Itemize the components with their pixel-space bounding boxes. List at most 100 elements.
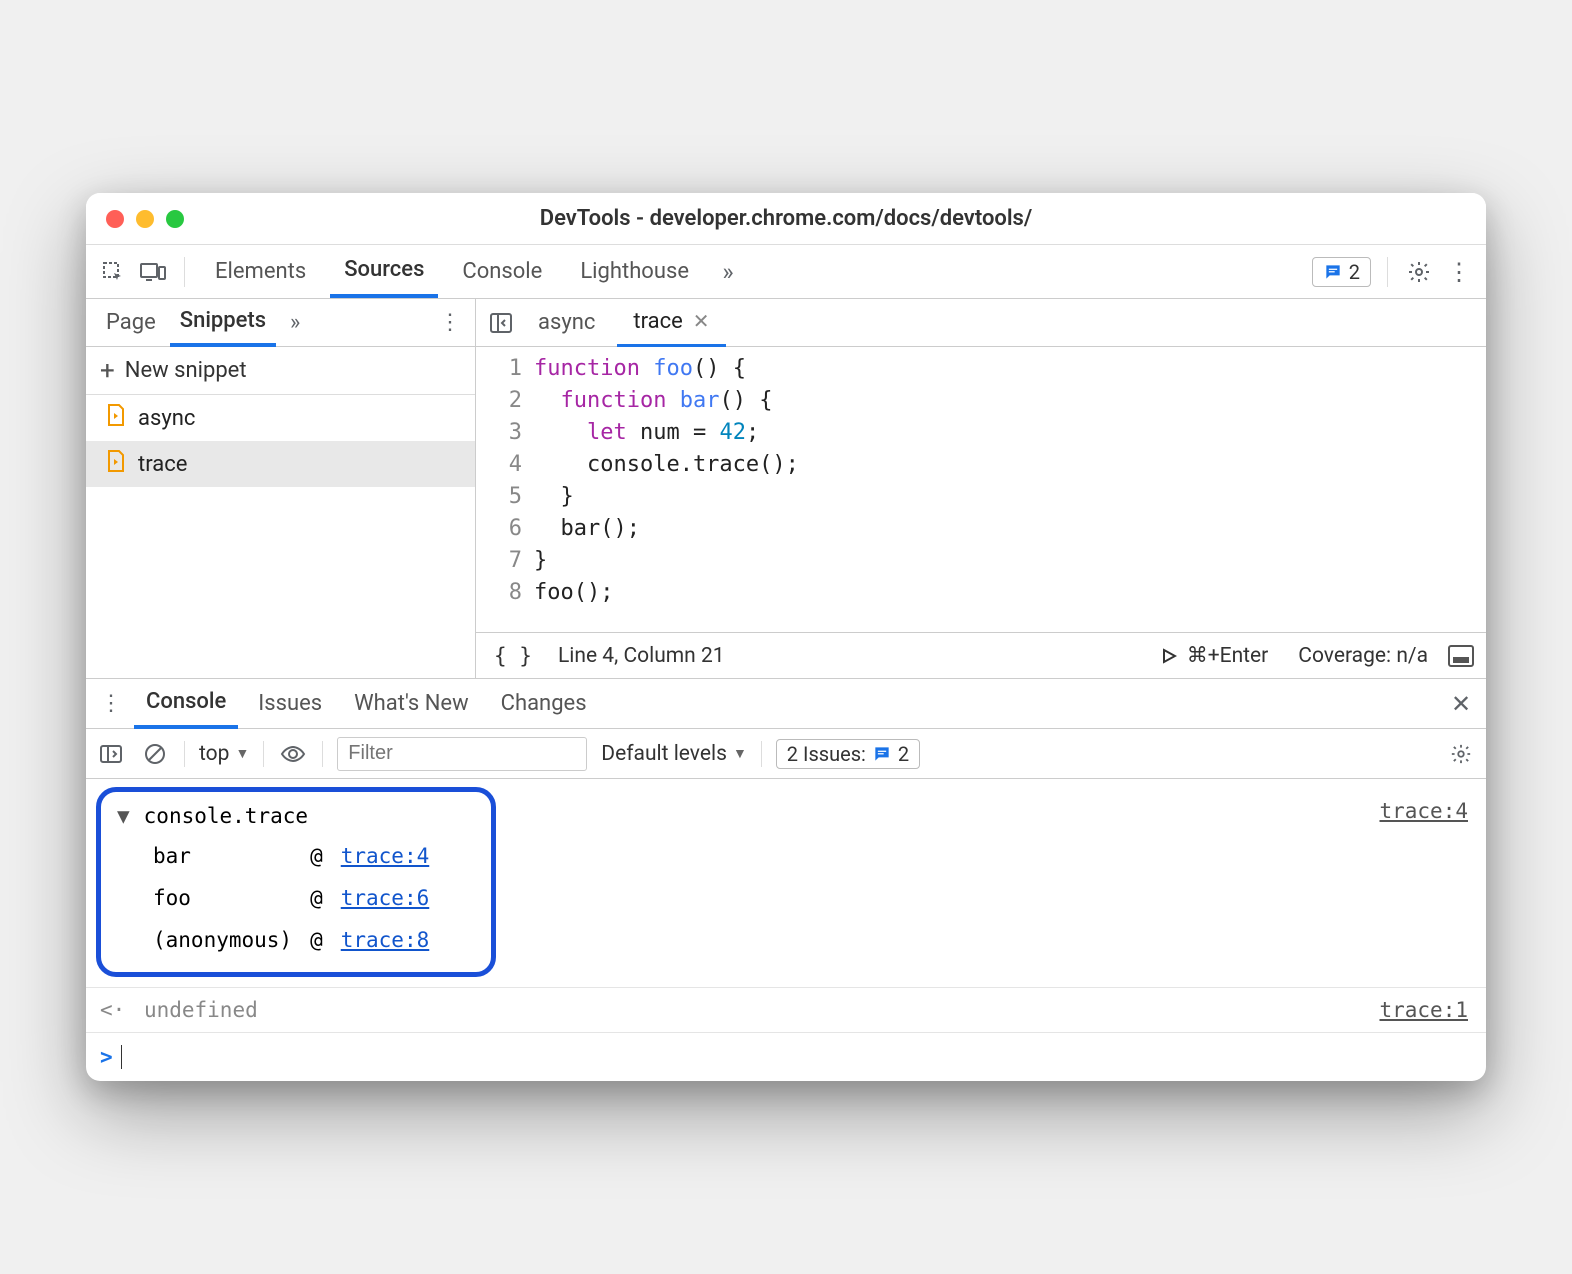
- issues-count: 2: [1349, 260, 1360, 284]
- sidebar-kebab-icon[interactable]: ⋮: [435, 308, 465, 338]
- live-expression-icon[interactable]: [278, 739, 308, 769]
- frame-link[interactable]: trace:8: [341, 928, 430, 952]
- close-tab-icon[interactable]: ✕: [693, 309, 710, 333]
- minimize-window-button[interactable]: [136, 210, 154, 228]
- frame-fn: foo: [145, 878, 300, 918]
- sidebar: Page Snippets » ⋮ + New snippet async: [86, 299, 476, 678]
- snippet-file-icon: [106, 449, 126, 479]
- kebab-menu-icon[interactable]: ⋮: [1444, 257, 1474, 287]
- frame-at: @: [302, 878, 331, 918]
- code-body[interactable]: function foo() { function bar() { let nu…: [534, 353, 1486, 632]
- maximize-window-button[interactable]: [166, 210, 184, 228]
- clear-console-icon[interactable]: [140, 739, 170, 769]
- more-tabs-icon[interactable]: »: [713, 257, 743, 287]
- frame-at: @: [302, 836, 331, 876]
- console-prompt[interactable]: >: [86, 1032, 1486, 1081]
- return-arrow-icon: <·: [100, 998, 125, 1022]
- sidebar-tabs: Page Snippets » ⋮: [86, 299, 475, 347]
- file-item-async[interactable]: async: [86, 395, 475, 441]
- drawer-tab-console[interactable]: Console: [134, 678, 238, 729]
- prompt-caret-icon: >: [100, 1039, 113, 1075]
- log-levels-selector[interactable]: Default levels ▼: [601, 742, 747, 766]
- coverage-label: Coverage: n/a: [1298, 644, 1428, 668]
- devtools-window: DevTools - developer.chrome.com/docs/dev…: [86, 193, 1486, 1081]
- titlebar: DevTools - developer.chrome.com/docs/dev…: [86, 193, 1486, 245]
- close-window-button[interactable]: [106, 210, 124, 228]
- issues-label: 2 Issues:: [787, 742, 866, 766]
- trace-label: console.trace: [144, 798, 308, 834]
- editor-tab-trace[interactable]: trace ✕: [617, 299, 725, 347]
- frame-fn: bar: [145, 836, 300, 876]
- settings-icon[interactable]: [1404, 257, 1434, 287]
- run-snippet-button[interactable]: ⌘+Enter: [1161, 643, 1269, 668]
- drawer-tab-issues[interactable]: Issues: [246, 680, 334, 727]
- source-link[interactable]: trace:1: [1379, 992, 1468, 1028]
- console-toolbar: top ▼ Default levels ▼ 2 Issues: 2: [86, 729, 1486, 779]
- file-name: async: [138, 406, 195, 431]
- more-sidebar-tabs-icon[interactable]: »: [280, 308, 310, 338]
- editor-tab-label: async: [538, 310, 595, 335]
- editor-tab-label: trace: [633, 309, 682, 334]
- code-editor[interactable]: 12 34 56 78 function foo() { function ba…: [476, 347, 1486, 632]
- tab-console[interactable]: Console: [448, 247, 556, 296]
- window-title: DevTools - developer.chrome.com/docs/dev…: [86, 206, 1486, 231]
- filter-input[interactable]: [337, 737, 587, 771]
- text-cursor: [121, 1045, 123, 1069]
- close-drawer-icon[interactable]: ✕: [1446, 689, 1476, 719]
- tab-sources[interactable]: Sources: [330, 245, 438, 298]
- line-gutter: 12 34 56 78: [476, 353, 534, 632]
- frame-at: @: [302, 920, 331, 960]
- device-toggle-icon[interactable]: [138, 257, 168, 287]
- sidebar-tab-snippets[interactable]: Snippets: [170, 298, 276, 347]
- stack-frame: bar @ trace:4: [145, 836, 437, 876]
- frame-link[interactable]: trace:6: [341, 886, 430, 910]
- levels-label: Default levels: [601, 742, 727, 766]
- source-link[interactable]: trace:4: [1379, 793, 1468, 829]
- show-sidebar-icon[interactable]: [1448, 645, 1474, 667]
- return-value: undefined: [144, 998, 258, 1022]
- sources-panel: Page Snippets » ⋮ + New snippet async: [86, 299, 1486, 679]
- trace-header[interactable]: ▼ console.trace: [117, 798, 475, 834]
- frame-fn: (anonymous): [145, 920, 300, 960]
- stack-frame: (anonymous) @ trace:8: [145, 920, 437, 960]
- chevron-down-icon: ▼: [733, 745, 747, 762]
- console-settings-icon[interactable]: [1446, 739, 1476, 769]
- file-item-trace[interactable]: trace: [86, 441, 475, 487]
- play-icon: [1161, 648, 1177, 664]
- drawer-kebab-icon[interactable]: ⋮: [96, 689, 126, 719]
- inspect-icon[interactable]: [98, 257, 128, 287]
- editor-tab-async[interactable]: async: [522, 300, 611, 345]
- frame-link[interactable]: trace:4: [341, 844, 430, 868]
- context-label: top: [199, 742, 229, 766]
- new-snippet-button[interactable]: + New snippet: [86, 347, 475, 395]
- message-icon: [1323, 262, 1343, 282]
- issues-button[interactable]: 2 Issues: 2: [776, 739, 920, 769]
- context-selector[interactable]: top ▼: [199, 742, 249, 766]
- stack-frame: foo @ trace:6: [145, 878, 437, 918]
- return-row: <· undefined trace:1: [86, 987, 1486, 1032]
- toggle-console-sidebar-icon[interactable]: [96, 739, 126, 769]
- message-icon: [872, 744, 892, 764]
- pretty-print-icon[interactable]: { }: [488, 644, 538, 668]
- cursor-position: Line 4, Column 21: [558, 644, 725, 668]
- drawer-tab-changes[interactable]: Changes: [489, 680, 599, 727]
- trace-highlight: ▼ console.trace bar @ trace:4 foo @ tr: [96, 787, 496, 977]
- sidebar-tab-page[interactable]: Page: [96, 300, 166, 345]
- issues-badge[interactable]: 2: [1312, 257, 1371, 287]
- editor-tabs: async trace ✕: [476, 299, 1486, 347]
- editor-area: async trace ✕ 12 34 56 78 function foo()…: [476, 299, 1486, 678]
- drawer-tabs: ⋮ Console Issues What's New Changes ✕: [86, 679, 1486, 729]
- disclosure-triangle-icon[interactable]: ▼: [117, 798, 130, 834]
- tab-lighthouse[interactable]: Lighthouse: [566, 247, 703, 296]
- main-toolbar: Elements Sources Console Lighthouse » 2 …: [86, 245, 1486, 299]
- issues-count: 2: [898, 742, 909, 766]
- file-name: trace: [138, 452, 187, 477]
- toggle-navigator-icon[interactable]: [486, 308, 516, 338]
- drawer-tab-whatsnew[interactable]: What's New: [342, 680, 481, 727]
- chevron-down-icon: ▼: [235, 745, 249, 762]
- plus-icon: +: [100, 356, 115, 386]
- snippet-file-icon: [106, 403, 126, 433]
- traffic-lights: [86, 210, 204, 228]
- tab-elements[interactable]: Elements: [201, 247, 320, 296]
- stack-trace: bar @ trace:4 foo @ trace:6 (anonymous) …: [117, 834, 475, 962]
